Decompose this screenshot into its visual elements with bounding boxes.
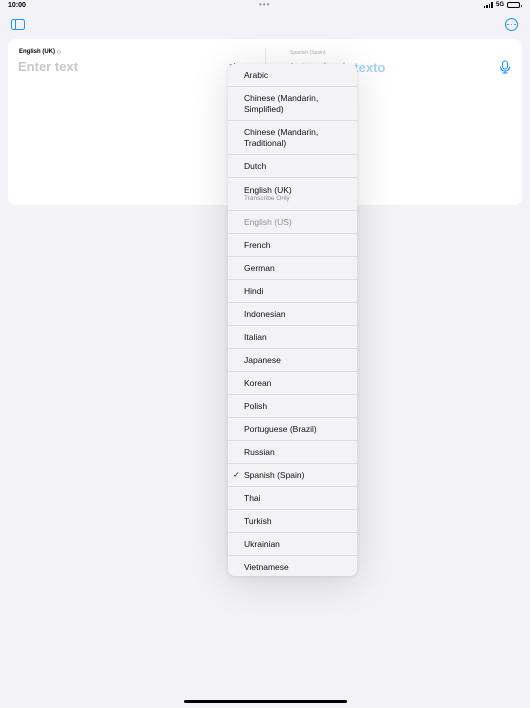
status-bar: 10:00 ••• 5G (0, 0, 530, 14)
home-indicator[interactable] (184, 700, 347, 703)
menu-item-korean[interactable]: Korean (228, 372, 357, 395)
multitasking-dots[interactable]: ••• (259, 0, 270, 9)
menu-item-german[interactable]: German (228, 257, 357, 280)
menu-item-french[interactable]: French (228, 234, 357, 257)
menu-item-russian[interactable]: Russian (228, 441, 357, 464)
sidebar-toggle-icon[interactable] (11, 19, 25, 30)
menu-item-english-us: English (US) (228, 211, 357, 234)
menu-item-subtitle: Transcribe Only (244, 195, 290, 203)
menu-item-chinese-traditional[interactable]: Chinese (Mandarin, Traditional) (228, 121, 357, 155)
menu-item-japanese[interactable]: Japanese (228, 349, 357, 372)
status-indicators: 5G (483, 2, 522, 8)
menu-item-spanish-spain[interactable]: ✓ Spanish (Spain) (228, 464, 357, 487)
more-options-icon[interactable] (505, 18, 518, 31)
network-type: 5G (495, 2, 504, 8)
chevron-updown-icon: ◇ (57, 49, 61, 55)
language-menu: Arabic Chinese (Mandarin, Simplified) Ch… (228, 64, 357, 576)
menu-item-english-uk[interactable]: English (UK) Transcribe Only (228, 178, 357, 211)
menu-item-ukrainian[interactable]: Ukrainian (228, 533, 357, 556)
menu-item-chinese-simplified[interactable]: Chinese (Mandarin, Simplified) (228, 87, 357, 121)
menu-item-italian[interactable]: Italian (228, 326, 357, 349)
source-language-label: English (UK) (19, 49, 55, 55)
checkmark-icon: ✓ (233, 470, 240, 480)
target-language-label[interactable]: Spanish (Spain) (290, 50, 326, 56)
source-text-input[interactable]: Enter text (18, 59, 78, 74)
status-time: 10:00 (8, 2, 26, 9)
battery-icon (507, 2, 522, 8)
menu-item-dutch[interactable]: Dutch (228, 155, 357, 178)
menu-item-turkish[interactable]: Turkish (228, 510, 357, 533)
menu-item-thai[interactable]: Thai (228, 487, 357, 510)
menu-item-arabic[interactable]: Arabic (228, 64, 357, 87)
menu-item-indonesian[interactable]: Indonesian (228, 303, 357, 326)
menu-item-vietnamese[interactable]: Vietnamese (228, 556, 357, 576)
source-language-selector[interactable]: English (UK) ◇ (19, 49, 61, 55)
menu-item-polish[interactable]: Polish (228, 395, 357, 418)
menu-item-portuguese-brazil[interactable]: Portuguese (Brazil) (228, 418, 357, 441)
signal-icon (483, 2, 493, 8)
menu-item-hindi[interactable]: Hindi (228, 280, 357, 303)
microphone-icon[interactable] (499, 60, 511, 74)
